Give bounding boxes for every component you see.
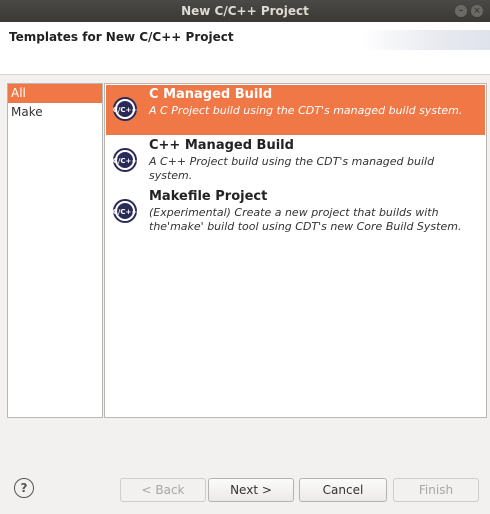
minimize-button[interactable]: –	[455, 5, 467, 17]
template-name: C Managed Build	[149, 87, 273, 102]
cdt-project-icon: C/C++	[113, 148, 138, 172]
header-banner	[360, 30, 490, 50]
page-title: Templates for New C/C++ Project	[9, 30, 234, 44]
template-description: A C++ Project build using the CDT's mana…	[149, 155, 435, 182]
template-description-line2: the'make' build tool using CDT's new Cor…	[149, 220, 462, 233]
template-name: Makefile Project	[149, 189, 268, 204]
icon-label: C/C++	[113, 106, 138, 114]
template-item-c-managed-build[interactable]: C/C++ C Managed Build A C Project build …	[106, 85, 485, 135]
window-title: New C/C++ Project	[181, 4, 309, 18]
category-item-make[interactable]: Make	[8, 103, 102, 122]
button-bar: ? < Back Next > Cancel Finish	[0, 468, 490, 514]
template-list[interactable]: C/C++ C Managed Build A C Project build …	[104, 83, 487, 418]
next-button[interactable]: Next >	[208, 478, 294, 502]
icon-label: C/C++	[113, 208, 138, 216]
wizard-header: Templates for New C/C++ Project	[0, 22, 490, 75]
finish-button[interactable]: Finish	[393, 478, 479, 502]
cancel-button[interactable]: Cancel	[299, 478, 387, 502]
template-description-line1: (Experimental) Create a new project that…	[149, 206, 439, 219]
template-description: (Experimental) Create a new project that…	[149, 206, 479, 234]
cdt-project-icon: C/C++	[113, 199, 138, 223]
back-button[interactable]: < Back	[120, 478, 206, 502]
category-item-all[interactable]: All	[8, 84, 102, 103]
template-item-cpp-managed-build[interactable]: C/C++ C++ Managed Build A C++ Project bu…	[106, 136, 485, 186]
close-button[interactable]: ×	[471, 5, 483, 17]
category-list[interactable]: All Make	[7, 83, 103, 418]
cdt-project-icon: C/C++	[113, 97, 138, 121]
template-item-makefile-project[interactable]: C/C++ Makefile Project (Experimental) Cr…	[106, 187, 485, 239]
template-description: A C Project build using the CDT's manage…	[149, 104, 463, 117]
title-bar: New C/C++ Project – ×	[0, 0, 490, 22]
help-icon[interactable]: ?	[14, 478, 34, 498]
template-name: C++ Managed Build	[149, 138, 294, 153]
new-project-dialog: New C/C++ Project – × Templates for New …	[0, 0, 490, 514]
icon-label: C/C++	[113, 157, 138, 165]
